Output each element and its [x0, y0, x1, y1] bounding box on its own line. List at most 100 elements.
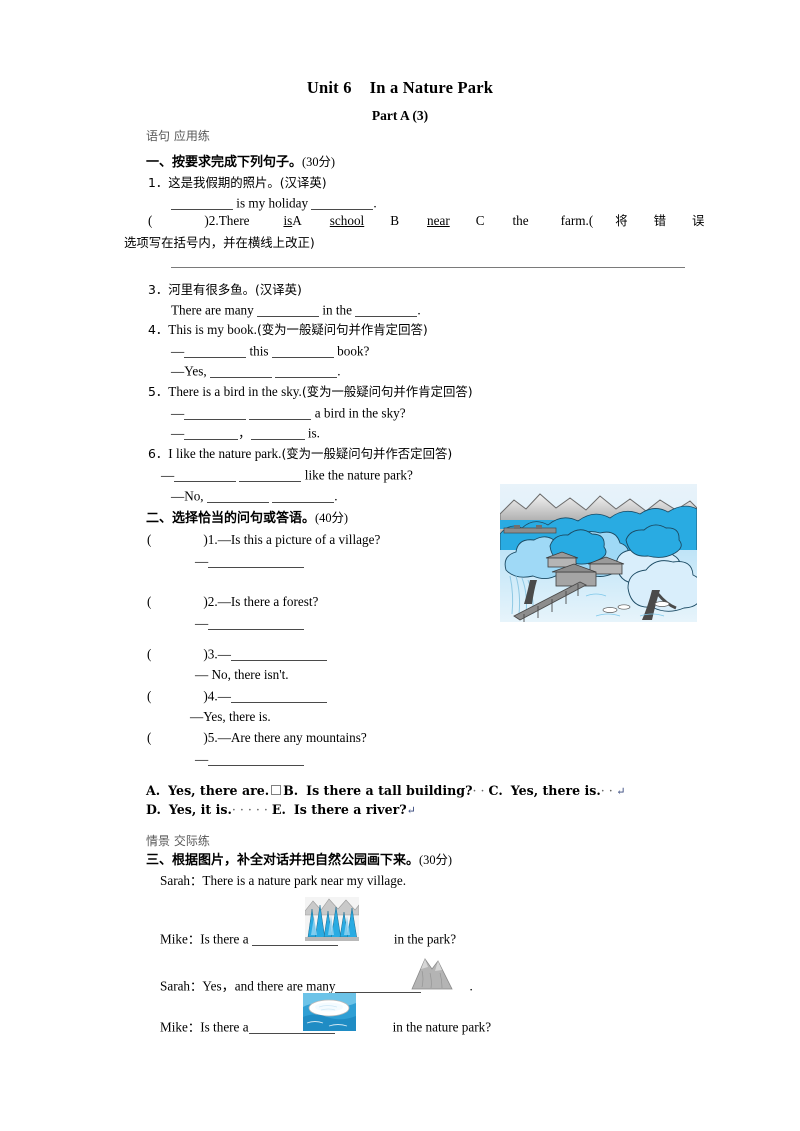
dialogue-4-speaker: Mike: [160, 1019, 188, 1035]
q5-dash-2: —: [171, 425, 185, 441]
lake-thumbnail: [303, 993, 356, 1031]
q1-tag: (汉译英): [279, 175, 327, 190]
mc-item-3: ( )3.—: [147, 647, 327, 662]
dialogue-2-post: in the park?: [393, 931, 457, 947]
mc2-number: )2.: [203, 594, 218, 609]
q6-answer-line-1: — like the nature park?: [161, 468, 413, 483]
q1-blank-2[interactable]: [311, 196, 374, 210]
formatting-mark-box: [271, 785, 282, 795]
mc5-dash: —: [195, 751, 209, 767]
q6-blank-4[interactable]: [272, 489, 335, 503]
q2-text-6: farm.(: [560, 213, 594, 228]
mc1-blank[interactable]: [208, 554, 305, 568]
q2-underline-is: is: [283, 213, 293, 228]
q4-blank-2[interactable]: [271, 344, 334, 358]
q4-blank-1[interactable]: [184, 344, 247, 358]
q6-dash-1: —: [161, 467, 175, 483]
q2-text-1: There: [218, 213, 250, 228]
section3-heading-text: 三、根据图片，补全对话并把自然公园画下来。: [146, 853, 420, 868]
q6-period: .: [334, 488, 338, 504]
q5-is: is.: [307, 425, 320, 441]
dialogue-3-speaker: Sarah: [160, 978, 191, 994]
option-a-text[interactable]: Yes, there are.: [168, 783, 269, 798]
q4-blank-4[interactable]: [275, 364, 338, 378]
q4-end: book?: [337, 343, 370, 359]
q3-number: 3．: [148, 282, 169, 297]
q1-answer-end: .: [373, 195, 377, 211]
mc2-question: —Is there a forest?: [217, 594, 319, 609]
q3-tag: (汉译英): [255, 282, 302, 297]
q2-number: )2.: [204, 213, 219, 228]
mc-item-2: ()2.—Is there a forest?: [147, 594, 319, 610]
q4-answer-line-2: —Yes, .: [171, 364, 341, 379]
mc-item-2-answer: —: [195, 616, 305, 631]
q6-blank-3[interactable]: [206, 489, 269, 503]
worksheet-page: Unit 6 In a Nature Park Part A (3) 语句 应用练…: [0, 0, 800, 1131]
q1-chinese: 这是我假期的照片。: [168, 175, 280, 190]
q6-prompt: 6．I like the nature park.(变为一般疑问句并作否定回答): [148, 446, 452, 462]
q2-text-5: the: [512, 213, 529, 228]
mc-item-3-answer: — No, there isn't.: [195, 667, 289, 683]
mountain-thumbnail: [408, 951, 456, 991]
unit-title: In a Nature Park: [369, 78, 494, 97]
mc3-blank[interactable]: [230, 647, 327, 661]
option-e-label: E.: [271, 802, 286, 817]
page-title: Unit 6 In a Nature Park: [0, 78, 800, 98]
q6-blank-1[interactable]: [174, 468, 237, 482]
q2-correction-rule[interactable]: [171, 267, 685, 268]
mc3-paren-open: (: [147, 646, 152, 662]
option-d-text[interactable]: Yes, it is.: [169, 802, 232, 817]
q5-blank-4[interactable]: [250, 426, 305, 440]
mc3-number: )3.: [203, 646, 218, 662]
q6-blank-2[interactable]: [239, 468, 302, 482]
q2-cn-3: 误: [692, 213, 705, 228]
dialogue-1-text: There is a nature park near my village.: [202, 873, 407, 888]
dialogue-2-colon: ：: [187, 931, 201, 947]
dialogue-3-post: .: [469, 978, 473, 994]
q3-answer-line: There are many in the .: [171, 303, 421, 318]
q5-blank-1[interactable]: [184, 406, 247, 420]
q3-blank-2[interactable]: [355, 303, 418, 317]
q2-prompt: ()2.There isA school Bnear Cthe farm.(将 错 误: [148, 213, 704, 229]
q6-answer-line-2: —No, .: [171, 489, 338, 504]
q5-dash-1: —: [171, 405, 185, 421]
option-b-text[interactable]: Is there a tall building?: [306, 783, 472, 798]
q3-prompt: 3．河里有很多鱼。(汉译英): [148, 283, 302, 298]
option-c-text[interactable]: Yes, there is.: [511, 783, 601, 798]
q2-mark-b: B: [390, 213, 400, 228]
q4-mid: this: [249, 343, 269, 359]
section3-heading: 三、根据图片，补全对话并把自然公园画下来。(30分): [146, 853, 452, 868]
mc-item-5: ()5.—Are there any mountains?: [147, 730, 367, 746]
q1-blank-1[interactable]: [171, 196, 233, 210]
q3-chinese: 河里有很多鱼。: [168, 282, 256, 297]
q4-dash-1: —: [171, 343, 185, 359]
paragraph-return-icon-2: ↵: [406, 804, 416, 817]
q2-mark-c: C: [475, 213, 485, 228]
q5-prompt: 5．There is a bird in the sky.(变为一般疑问句并作肯…: [148, 384, 473, 400]
dialogue-3-pre: Yes，and there are many: [202, 978, 336, 994]
q5-blank-2[interactable]: [249, 406, 312, 420]
option-b-label: B.: [283, 783, 299, 798]
mc1-dash: —: [195, 553, 209, 569]
dialogue-3-colon: ：: [190, 978, 203, 994]
q2-underline-near: near: [427, 213, 450, 228]
section2-heading: 二、选择恰当的问句或答语。(40分): [146, 511, 348, 526]
mc3-dash: —: [217, 646, 231, 662]
q6-no: —No,: [171, 488, 204, 504]
q4-yes: —Yes,: [171, 363, 207, 379]
mc2-blank[interactable]: [208, 616, 305, 630]
q2-paren-open: (: [148, 213, 153, 228]
dialogue-2-speaker: Mike: [160, 931, 188, 947]
q4-blank-3[interactable]: [209, 364, 272, 378]
mc4-answer-text: —Yes, there is.: [190, 709, 271, 724]
space-dots-2: · ·: [600, 783, 613, 798]
q2-underline-school: school: [329, 213, 365, 228]
option-a-label: A.: [146, 783, 161, 798]
mc4-blank[interactable]: [230, 689, 327, 703]
q3-blank-1[interactable]: [257, 303, 320, 317]
option-e-text[interactable]: Is there a river?: [294, 802, 407, 817]
q5-answer-line-1: — a bird in the sky?: [171, 406, 406, 421]
q5-blank-3[interactable]: [184, 426, 239, 440]
page-subtitle: Part A (3): [371, 108, 429, 123]
mc5-blank[interactable]: [208, 752, 305, 766]
